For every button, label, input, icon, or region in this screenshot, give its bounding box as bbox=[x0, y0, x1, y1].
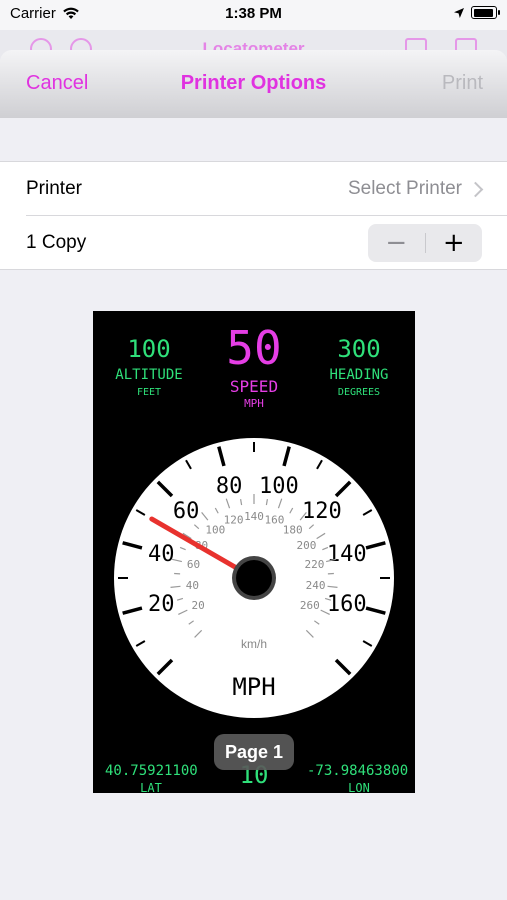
printer-row[interactable]: Printer Select Printer bbox=[0, 162, 507, 215]
heading-value: 300 bbox=[337, 335, 381, 363]
printer-options-sheet: Cancel Printer Options Print Printer Sel… bbox=[0, 50, 507, 900]
speedometer-gauge: 2040608010012014016020406080100120140160… bbox=[114, 438, 394, 718]
kmh-tick-label: 220 bbox=[305, 558, 325, 571]
speed-value: 50 bbox=[226, 321, 282, 375]
copies-row: 1 Copy − + bbox=[26, 215, 507, 269]
mph-tick-label: 20 bbox=[148, 592, 175, 617]
lat-label: LAT bbox=[140, 781, 162, 793]
printer-label: Printer bbox=[26, 178, 82, 199]
chevron-right-icon bbox=[467, 181, 484, 197]
select-printer-text: Select Printer bbox=[347, 178, 462, 199]
location-arrow-icon bbox=[454, 7, 464, 18]
mph-tick-label: 160 bbox=[327, 592, 367, 617]
sheet-navbar: Cancel Printer Options Print bbox=[0, 50, 507, 118]
mph-tick-label: 60 bbox=[173, 499, 200, 524]
print-page-preview[interactable]: 100 ALTITUDE FEET 50 SPEED MPH 300 HEADI… bbox=[93, 311, 415, 793]
kmh-tick-label: 240 bbox=[306, 579, 326, 592]
kmh-tick-label: 60 bbox=[187, 558, 200, 571]
kmh-tick-label: 180 bbox=[283, 523, 303, 536]
decrement-copies-button[interactable]: − bbox=[368, 224, 425, 262]
print-button[interactable]: Print bbox=[442, 72, 483, 95]
altitude-unit: FEET bbox=[136, 387, 162, 398]
select-printer-value[interactable]: Select Printer bbox=[347, 178, 484, 200]
mph-tick-label: 120 bbox=[302, 499, 342, 524]
mph-tick-label: 140 bbox=[327, 542, 367, 567]
clock: 1:38 PM bbox=[225, 5, 282, 22]
heading-unit: DEGREES bbox=[337, 387, 381, 398]
kmh-tick-label: 40 bbox=[186, 579, 199, 592]
lon-value: -73.98463800 bbox=[307, 763, 409, 779]
kmh-tick-label: 200 bbox=[297, 539, 317, 552]
copies-label: 1 Copy bbox=[26, 232, 87, 253]
heading-label: HEADING bbox=[329, 367, 389, 383]
status-right bbox=[453, 6, 500, 19]
needle-hub bbox=[236, 560, 272, 596]
battery-icon bbox=[471, 6, 500, 19]
sheet-title: Printer Options bbox=[180, 72, 327, 94]
kmh-tick-label: 20 bbox=[192, 599, 205, 612]
mph-tick-label: 100 bbox=[259, 474, 299, 499]
mph-unit-label: MPH bbox=[232, 673, 275, 701]
altitude-value: 100 bbox=[127, 335, 171, 363]
mph-tick-label: 40 bbox=[148, 542, 175, 567]
kmh-tick-label: 260 bbox=[300, 599, 320, 612]
kmh-tick-label: 100 bbox=[205, 523, 225, 536]
lon-label: LON bbox=[348, 781, 370, 793]
kmh-unit-label: km/h bbox=[241, 637, 267, 651]
kmh-tick-label: 160 bbox=[265, 513, 285, 526]
copies-stepper[interactable]: − + bbox=[368, 224, 482, 262]
kmh-tick-label: 140 bbox=[244, 510, 264, 523]
speed-unit: MPH bbox=[244, 397, 264, 410]
increment-copies-button[interactable]: + bbox=[426, 224, 483, 262]
speed-label: SPEED bbox=[229, 377, 279, 396]
printer-settings-group: Printer Select Printer 1 Copy − + bbox=[0, 161, 507, 270]
status-bar: Carrier 1:38 PM bbox=[0, 0, 507, 30]
page-number-badge: Page 1 bbox=[214, 734, 294, 770]
mph-tick-label: 80 bbox=[216, 474, 243, 499]
altitude-label: ALTITUDE bbox=[115, 367, 183, 383]
lat-value: 40.75921100 bbox=[105, 763, 198, 779]
kmh-tick-label: 120 bbox=[224, 513, 244, 526]
